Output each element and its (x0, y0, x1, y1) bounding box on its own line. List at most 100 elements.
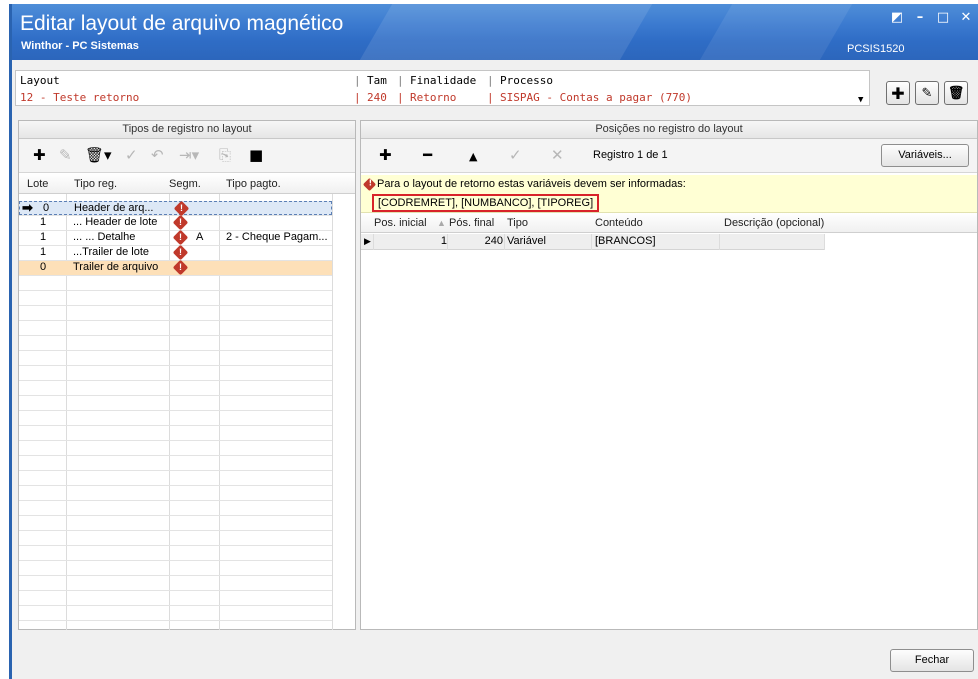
processo-value: SISPAG - Contas a pagar (770) (500, 91, 693, 104)
move-up-icon[interactable]: ▲ (469, 149, 477, 165)
cancel-icon[interactable]: ✕ (551, 147, 564, 163)
edit-layout-button[interactable]: ✎ (915, 81, 939, 105)
trash-icon: 🗑 (947, 85, 965, 101)
table-row[interactable]: ➡ 0 Header de arq... (19, 200, 332, 217)
row-lote: 1 (40, 216, 47, 228)
paste-icon[interactable]: ■ (249, 147, 263, 163)
sort-asc-icon[interactable]: ▲ (437, 218, 446, 228)
row-segm: A (196, 231, 204, 243)
table-row[interactable]: 1 ... ... Detalhe A 2 - Cheque Pagam... (19, 229, 332, 246)
grid-line (19, 320, 332, 321)
layout-header-label: Layout (20, 74, 60, 87)
confirm-icon[interactable]: ✓ (509, 147, 522, 163)
positions-panel: Posições no registro do layout ✚ ━ ▲ ✓ ✕… (360, 120, 978, 630)
grid-line (19, 515, 332, 516)
notice-text: Para o layout de retorno estas variáveis… (377, 178, 686, 190)
restore-icon[interactable]: ◩ (889, 10, 905, 25)
row-tipo-reg: ... ... Detalhe (73, 231, 136, 243)
column-pos-final: Pós. final (449, 217, 495, 229)
table-row[interactable]: ▶ 1 240 Variável [BRANCOS] (361, 234, 825, 250)
delete-layout-button[interactable]: 🗑 (944, 81, 968, 105)
row-tipo-reg: ... Header de lote (73, 216, 158, 228)
positions-toolbar: ✚ ━ ▲ ✓ ✕ Registro 1 de 1 Variáveis... (361, 139, 977, 173)
current-row-icon: ▶ (364, 236, 371, 246)
column-lote: Lote (27, 178, 49, 190)
notice-banner: Para o layout de retorno estas variáveis… (361, 175, 977, 213)
plus-icon: ✚ (891, 83, 905, 103)
close-icon[interactable]: ✕ (958, 10, 974, 25)
grid-line (19, 500, 332, 501)
routine-code: PCSIS1520 (847, 43, 905, 55)
minimize-icon[interactable]: – (912, 10, 928, 25)
pencil-icon: ✎ (921, 85, 933, 101)
column-tipo: Tipo (507, 217, 528, 229)
layout-bar: Layout | Tam | Finalidade | Processo 12 … (15, 64, 977, 112)
positions-title: Posições no registro do layout (361, 121, 977, 139)
processo-header-label: Processo (500, 74, 553, 87)
grid-line (19, 470, 332, 471)
chevron-down-icon[interactable]: ▼ (858, 95, 863, 105)
finalidade-value: Retorno (410, 91, 457, 104)
title-bar: Editar layout de arquivo magnético Winth… (12, 4, 978, 60)
record-types-toolbar: ✚ ✎ 🗑▾ ✓ ↶ ⇥▾ ⎘ ■ (19, 139, 355, 173)
grid-line (19, 455, 332, 456)
row-lote: 1 (40, 246, 47, 258)
move-dropdown-icon[interactable]: ⇥▾ (179, 147, 199, 163)
grid-line (19, 425, 332, 426)
record-counter: Registro 1 de 1 (593, 149, 668, 161)
grid-line (19, 485, 332, 486)
window-subtitle: Winthor - PC Sistemas (21, 40, 139, 52)
required-variables: [CODREMRET], [NUMBANCO], [TIPOREG] (372, 194, 600, 212)
grid-line (19, 380, 332, 381)
row-tipo-pagto: 2 - Cheque Pagam... (226, 231, 328, 243)
grid-line (19, 560, 332, 561)
grid-line (19, 290, 332, 291)
add-icon[interactable]: ✚ (33, 147, 46, 163)
minus-icon[interactable]: ━ (423, 147, 432, 163)
warning-icon (172, 259, 189, 276)
grid-line (19, 350, 332, 351)
edit-icon[interactable]: ✎ (59, 147, 72, 163)
row-conteudo: [BRANCOS] (595, 235, 656, 247)
row-pos-final: 240 (484, 235, 503, 247)
grid-line (19, 545, 332, 546)
grid-line (19, 335, 332, 336)
table-row[interactable]: 1 ...Trailer de lote (19, 244, 332, 261)
app-window: Editar layout de arquivo magnético Winth… (9, 4, 978, 679)
add-icon[interactable]: ✚ (379, 147, 392, 163)
tam-header-label: Tam (367, 74, 387, 87)
grid-line (19, 275, 332, 276)
delete-dropdown-icon[interactable]: 🗑▾ (85, 147, 112, 163)
maximize-icon[interactable]: □ (935, 10, 951, 25)
warning-icon (173, 200, 190, 217)
arrow-right-icon: ➡ (22, 200, 33, 215)
warning-icon (172, 214, 189, 231)
row-tipo-reg: Trailer de arquivo (73, 261, 159, 273)
warning-icon (172, 244, 189, 261)
undo-icon[interactable]: ↶ (151, 147, 164, 163)
window-title: Editar layout de arquivo magnético (20, 12, 344, 35)
table-row[interactable]: 1 ... Header de lote (19, 214, 332, 231)
table-row[interactable]: 0 Trailer de arquivo (19, 259, 332, 276)
grid-line (19, 305, 332, 306)
finalidade-header-label: Finalidade (410, 74, 477, 87)
window-controls: ◩ – □ ✕ (889, 10, 974, 25)
grid-line (19, 620, 332, 621)
row-lote: 0 (43, 202, 50, 214)
confirm-icon[interactable]: ✓ (125, 147, 138, 163)
layout-value: 12 - Teste retorno (20, 91, 140, 104)
column-tipo-pagto: Tipo pagto. (226, 178, 281, 190)
close-button[interactable]: Fechar (890, 649, 974, 672)
grid-line (19, 590, 332, 591)
record-types-grid-header: Lote Tipo reg. Segm. Tipo pagto. (19, 174, 355, 194)
layout-select[interactable]: Layout | Tam | Finalidade | Processo 12 … (15, 70, 870, 106)
warning-icon (172, 229, 189, 246)
copy-icon[interactable]: ⎘ (219, 147, 231, 163)
grid-line (19, 395, 332, 396)
row-tipo-reg: Header de arq... (74, 202, 154, 214)
row-lote: 1 (40, 231, 47, 243)
variables-button[interactable]: Variáveis... (881, 144, 969, 167)
column-segm: Segm. (169, 178, 201, 190)
row-tipo-reg: ...Trailer de lote (73, 246, 150, 258)
add-layout-button[interactable]: ✚ (886, 81, 910, 105)
